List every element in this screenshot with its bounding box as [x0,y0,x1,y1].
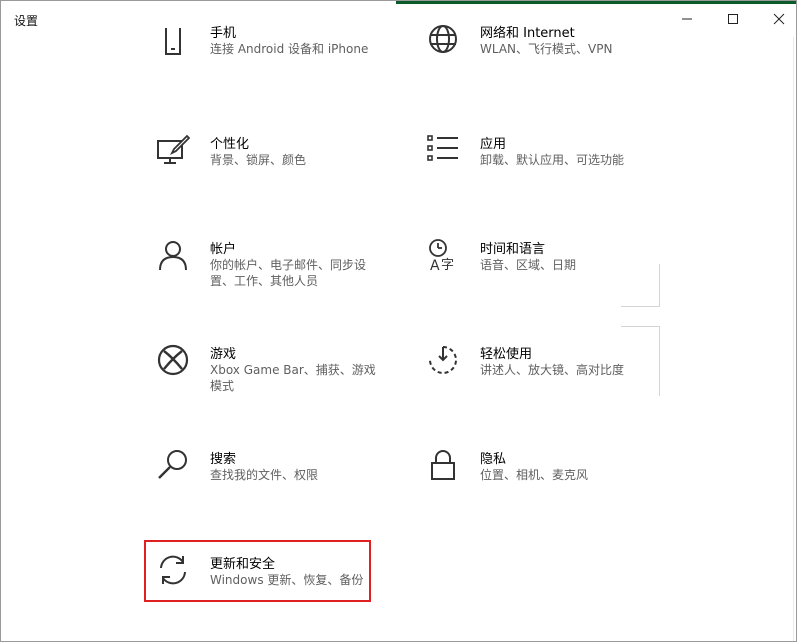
tile-label: 搜索 [210,452,237,467]
tile-description: 卸载、默认应用、可选功能 [480,153,625,167]
tile-gaming[interactable]: 游戏 Xbox Game Bar、捕获、游戏模式 [148,343,398,413]
tile-description: WLAN、飞行模式、VPN [480,42,613,56]
tile-network[interactable]: 网络和 Internet WLAN、飞行模式、VPN [418,22,668,92]
tile-label: 手机 [210,26,237,41]
minimize-icon [682,18,692,20]
tile-label: 个性化 [210,137,250,152]
tile-label: 隐私 [480,452,507,467]
close-button[interactable] [756,1,796,37]
divider [659,264,660,306]
person-icon [156,238,190,272]
maximize-button[interactable] [710,1,756,37]
tile-privacy[interactable]: 隐私 位置、相机、麦克风 [418,448,668,518]
ease-of-access-icon [426,343,460,377]
tile-accounts[interactable]: 帐户 你的帐户、电子邮件、同步设置、工作、其他人员 [148,238,398,308]
tile-description: Xbox Game Bar、捕获、游戏模式 [210,363,376,393]
globe-icon [426,22,460,56]
svg-text:字: 字 [441,258,454,272]
personalization-icon [156,133,190,167]
xbox-icon [156,343,190,377]
tile-description: 连接 Android 设备和 iPhone [210,42,369,56]
tile-label: 网络和 Internet [480,26,575,41]
apps-list-icon [426,133,460,167]
tile-apps[interactable]: 应用 卸载、默认应用、可选功能 [418,133,668,203]
maximize-icon [728,14,738,24]
tile-description: 讲述人、放大镜、高对比度 [480,363,625,377]
phone-icon [156,22,190,56]
divider [659,326,660,396]
tile-description: 查找我的文件、权限 [210,468,319,482]
tile-personalization[interactable]: 个性化 背景、锁屏、颜色 [148,133,398,203]
tile-time-language[interactable]: A字 时间和语言 语音、区域、日期 [418,238,668,308]
tile-search[interactable]: 搜索 查找我的文件、权限 [148,448,398,518]
settings-window: 设置 手机 连接 Android 设备和 iPhone 网络和 Internet… [0,0,797,642]
lock-icon [426,448,460,482]
tile-label: 帐户 [210,242,237,257]
tile-ease-of-access[interactable]: 轻松使用 讲述人、放大镜、高对比度 [418,343,668,413]
highlight-box [144,540,371,602]
tile-phone[interactable]: 手机 连接 Android 设备和 iPhone [148,22,398,92]
divider [621,306,660,307]
tile-label: 时间和语言 [480,242,546,257]
tile-label: 应用 [480,137,507,152]
tile-label: 轻松使用 [480,347,533,362]
tile-description: 位置、相机、麦克风 [480,468,589,482]
scrollbar-track[interactable] [793,37,794,641]
divider [621,326,660,327]
window-title: 设置 [14,14,39,28]
tile-description: 背景、锁屏、颜色 [210,153,307,167]
time-language-icon: A字 [426,238,460,272]
close-icon [773,13,785,25]
svg-text:A: A [430,258,440,272]
tile-label: 游戏 [210,347,237,362]
title-bar: 设置 [1,1,796,37]
tile-description: 你的帐户、电子邮件、同步设置、工作、其他人员 [210,258,367,288]
search-icon [156,448,190,482]
minimize-button[interactable] [664,1,710,37]
tile-description: 语音、区域、日期 [480,258,577,272]
